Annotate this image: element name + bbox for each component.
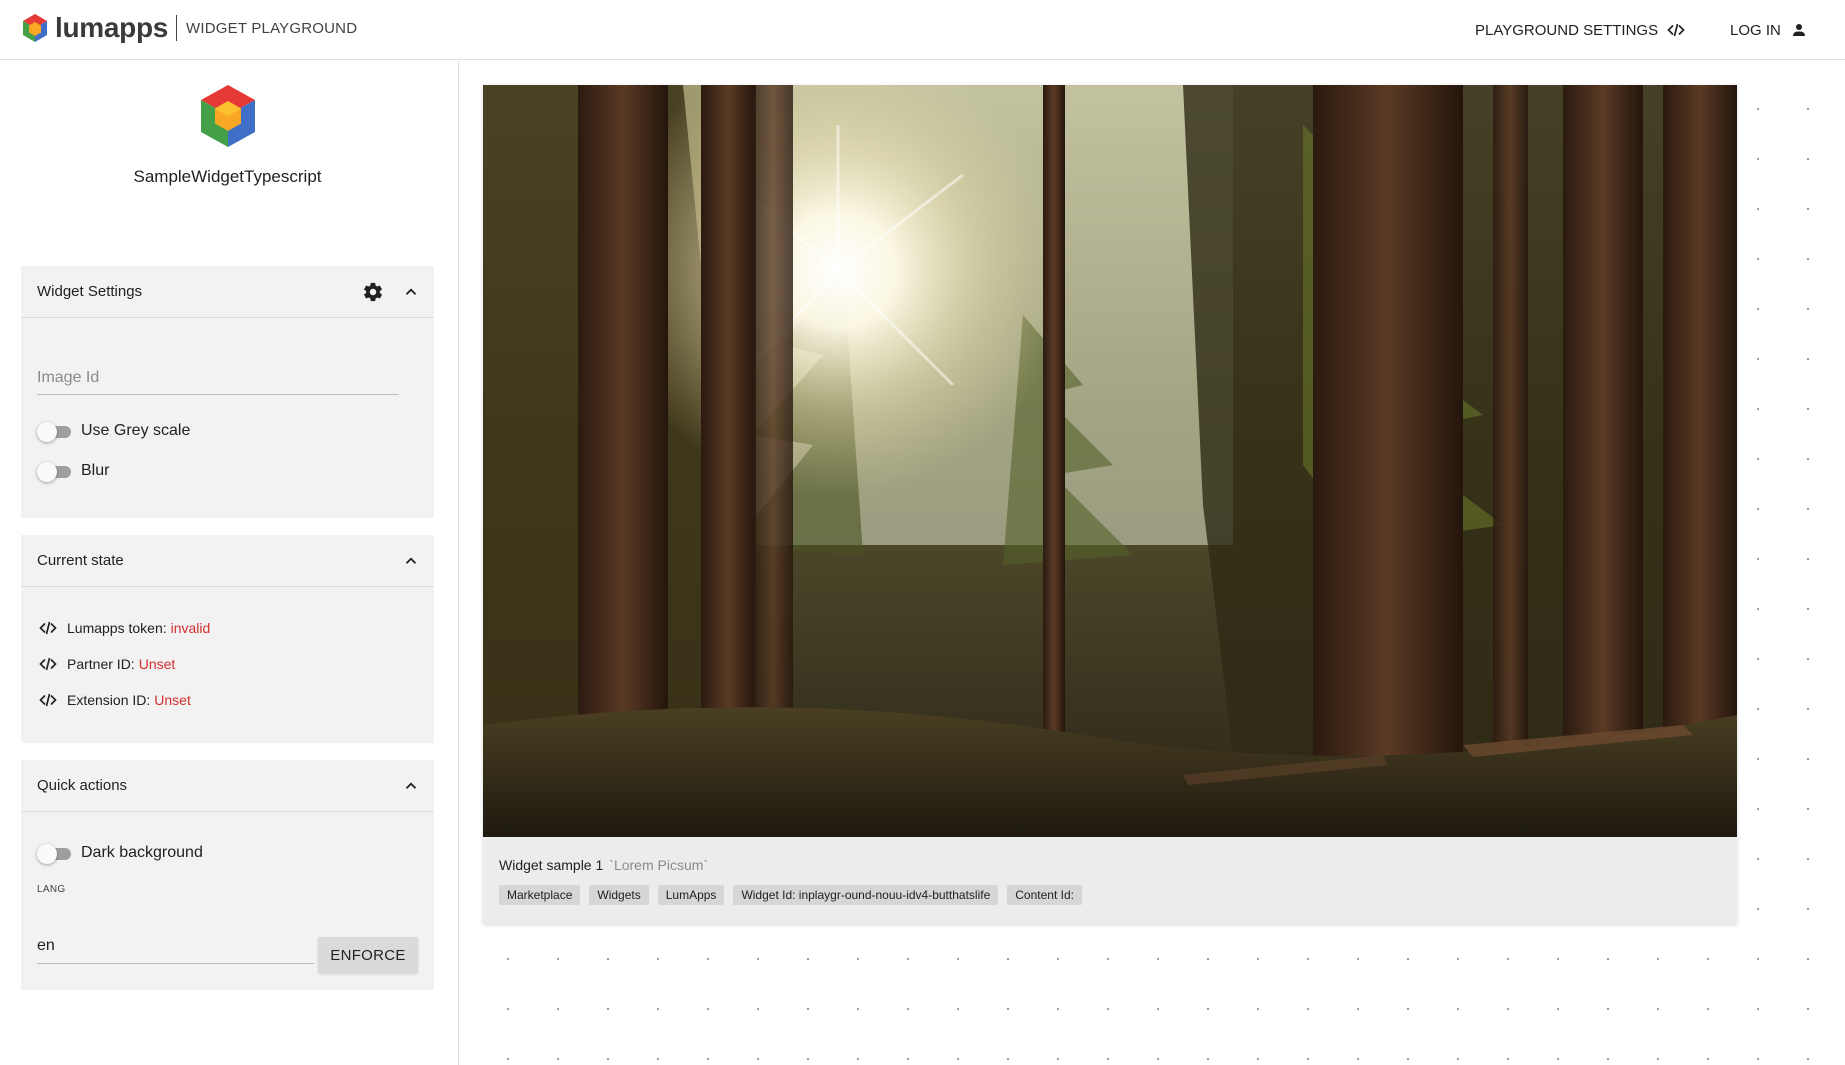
brand-name: lumapps — [55, 12, 169, 43]
app-title: WIDGET PLAYGROUND — [186, 19, 358, 37]
quick-actions-panel: Quick actions Dark background LANG ENFOR… — [21, 760, 434, 990]
dark-background-toggle[interactable] — [37, 843, 73, 864]
chevron-up-icon[interactable] — [402, 777, 420, 795]
widget-canvas: Widget sample 1 `Lorem Picsum` Marketplac… — [460, 61, 1845, 1065]
blur-toggle[interactable] — [37, 461, 73, 482]
code-icon — [1667, 21, 1685, 39]
widget-settings-panel: Widget Settings Use Grey scale Blur — [21, 266, 434, 518]
blur-label: Blur — [81, 462, 110, 479]
current-state-header[interactable]: Current state — [21, 535, 434, 587]
app-header: lumapps WIDGET PLAYGROUND PLAYGROUND SET… — [0, 0, 1845, 60]
person-icon — [1790, 21, 1808, 39]
brand[interactable]: lumapps WIDGET PLAYGROUND — [20, 13, 357, 43]
code-icon — [39, 655, 57, 673]
state-label: Extension ID: — [67, 692, 151, 708]
widget-subtitle: `Lorem Picsum` — [609, 857, 709, 873]
widget-caption: Widget sample 1 `Lorem Picsum` Marketplac… — [483, 837, 1737, 924]
widget-title-row: Widget sample 1 `Lorem Picsum` — [499, 857, 708, 873]
panel-title: Widget Settings — [37, 283, 143, 300]
state-value: Unset — [154, 692, 191, 708]
chip-widgets: Widgets — [589, 885, 649, 905]
chevron-up-icon[interactable] — [402, 283, 420, 301]
image-id-input[interactable] — [37, 368, 399, 387]
panel-title: Current state — [37, 552, 124, 569]
lumapps-token-row: Lumapps token: invalid — [39, 619, 210, 637]
lang-field[interactable] — [37, 928, 314, 964]
chip-lumapps: LumApps — [657, 885, 725, 905]
playground-settings-button[interactable]: PLAYGROUND SETTINGS — [1475, 0, 1685, 60]
login-button[interactable]: LOG IN — [1730, 0, 1808, 60]
playground-settings-label: PLAYGROUND SETTINGS — [1475, 21, 1659, 39]
state-value: invalid — [170, 620, 211, 636]
chip-marketplace: Marketplace — [499, 885, 581, 905]
blur-toggle-row[interactable]: Blur — [37, 461, 110, 482]
dark-background-toggle-row[interactable]: Dark background — [37, 843, 203, 864]
partner-id-row: Partner ID: Unset — [39, 655, 175, 673]
lang-label: LANG — [37, 884, 66, 895]
grey-scale-label: Use Grey scale — [81, 422, 191, 439]
dark-background-label: Dark background — [81, 844, 203, 861]
image-id-field[interactable] — [37, 361, 399, 395]
gear-icon[interactable] — [362, 281, 384, 303]
state-label: Partner ID: — [67, 656, 135, 672]
state-value: Unset — [138, 656, 176, 672]
widget-settings-header[interactable]: Widget Settings — [21, 266, 434, 318]
chip-list: Marketplace Widgets LumApps Widget Id: i… — [499, 885, 1091, 905]
widget-card: Widget sample 1 `Lorem Picsum` Marketplac… — [483, 85, 1737, 924]
widget-title: Widget sample 1 — [499, 857, 604, 873]
chevron-up-icon[interactable] — [402, 552, 420, 570]
login-label: LOG IN — [1730, 21, 1781, 39]
widget-logo-icon — [201, 85, 255, 147]
enforce-button[interactable]: ENFORCE — [318, 937, 418, 973]
code-icon — [39, 691, 57, 709]
code-icon — [39, 619, 57, 637]
grey-scale-toggle-row[interactable]: Use Grey scale — [37, 421, 191, 442]
extension-id-row: Extension ID: Unset — [39, 691, 191, 709]
grey-scale-toggle[interactable] — [37, 421, 73, 442]
chip-widget-id: Widget Id: inplaygr-ound-nouu-idv4-butth… — [733, 885, 999, 905]
panel-title: Quick actions — [37, 777, 128, 794]
sidebar: SampleWidgetTypescript Widget Settings U… — [0, 61, 459, 1065]
current-state-panel: Current state Lumapps token: invalid Par… — [21, 535, 434, 743]
lumapps-logo-icon — [23, 14, 47, 42]
state-label: Lumapps token: — [67, 620, 167, 636]
lang-input[interactable] — [37, 936, 314, 955]
quick-actions-header[interactable]: Quick actions — [21, 760, 434, 812]
brand-divider — [176, 15, 178, 41]
chip-content-id: Content Id: — [1007, 885, 1082, 905]
widget-name: SampleWidgetTypescript — [133, 167, 322, 186]
forest-image — [483, 85, 1737, 837]
